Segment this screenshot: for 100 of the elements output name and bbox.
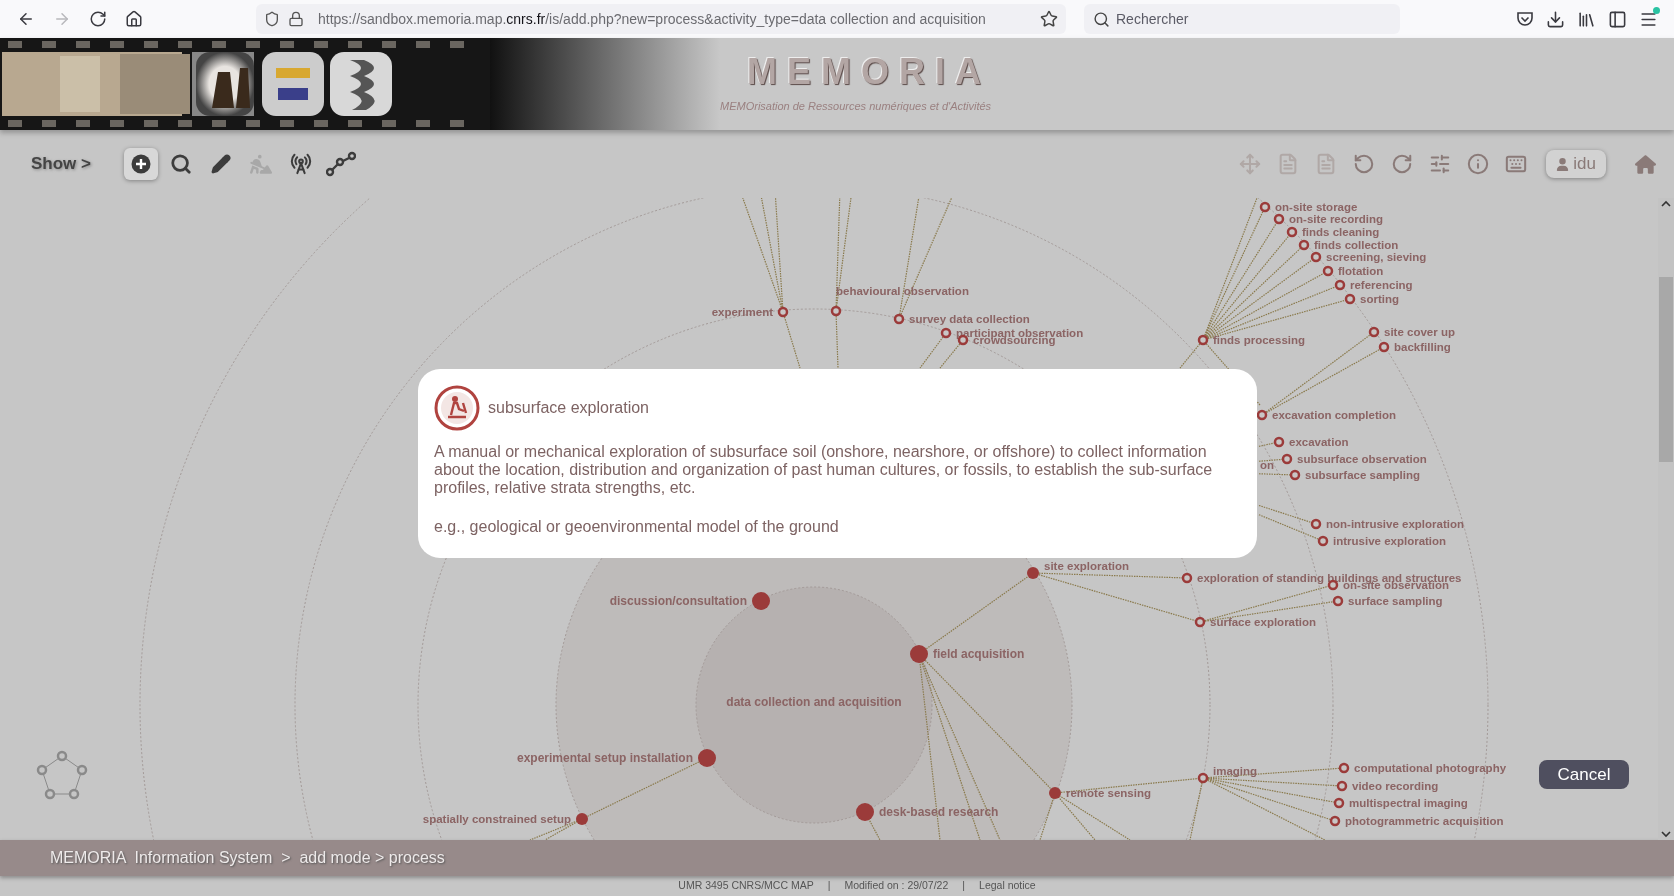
node-marker[interactable] (1336, 780, 1348, 792)
node-marker[interactable] (830, 305, 842, 317)
node-marker[interactable] (576, 813, 588, 825)
node-marker[interactable] (1333, 797, 1345, 809)
edge-line (919, 336, 944, 369)
menu-button[interactable] (1639, 9, 1658, 29)
dialog-description: A manual or mechanical exploration of subsurface soil (onshore, nearshore, or offshore) to collect information about the location, distribution and organization of past human cultures, or fossils, to establish the sub-surface profiles, relative strata strengths, etc. (434, 443, 1214, 497)
center-label: data collection and acquisition (726, 695, 902, 709)
download-icon[interactable] (1546, 9, 1565, 29)
redo-icon (1391, 153, 1414, 175)
node-label: finds processing (1213, 334, 1306, 346)
node-label: survey data collection (909, 313, 1030, 325)
node-marker[interactable] (752, 592, 770, 610)
node-marker[interactable] (1259, 201, 1271, 213)
breadcrumb: MEMORIA Information System > add mode > process (50, 848, 445, 868)
node-marker[interactable] (1027, 567, 1039, 579)
node-marker[interactable] (1273, 213, 1285, 225)
node-marker[interactable] (1256, 409, 1268, 421)
node-marker[interactable] (777, 306, 789, 318)
add-button[interactable] (124, 148, 158, 180)
search-icon (170, 153, 192, 175)
node-marker[interactable] (1194, 616, 1206, 628)
node-label: behavioural observation (836, 285, 969, 297)
node-label: backfilling (1394, 341, 1451, 353)
library-icon[interactable] (1577, 9, 1596, 29)
edge-line (1258, 473, 1291, 476)
sliders-icon (1429, 153, 1452, 175)
node-marker[interactable] (856, 803, 874, 821)
home-icon (1634, 153, 1656, 175)
node-marker[interactable] (1322, 265, 1334, 277)
node-marker[interactable] (1289, 469, 1301, 481)
node-label: spatially constrained setup (422, 813, 571, 825)
user-icon (1556, 157, 1570, 171)
url-text: https://sandbox.memoria.map.cnrs.fr/is/add.php?new=process&activity_type=data collection and acquisition (318, 9, 987, 29)
node-marker[interactable] (910, 645, 928, 663)
move-icon (1239, 153, 1262, 175)
node-marker[interactable] (1338, 762, 1350, 774)
bookmark-star-icon[interactable] (1040, 10, 1058, 28)
node-label: experiment (711, 306, 773, 318)
footer-text: Modified on : 29/07/22 (844, 878, 949, 894)
node-marker[interactable] (1378, 341, 1390, 353)
scrollbar-thumb[interactable] (1659, 276, 1673, 462)
node-label: imaging (1213, 765, 1258, 777)
node-label: computational photography (1354, 762, 1507, 774)
node-marker[interactable] (698, 749, 716, 767)
scroll-up-icon[interactable] (1661, 200, 1671, 208)
node-marker[interactable] (1197, 772, 1209, 784)
node-marker[interactable] (1181, 572, 1193, 584)
sidebar-icon[interactable] (1608, 9, 1627, 29)
digging-person-icon (434, 385, 480, 431)
node-marker[interactable] (1273, 436, 1285, 448)
node-marker[interactable] (1344, 293, 1356, 305)
search-field[interactable]: Rechercher (1084, 4, 1400, 34)
node-label: experimental setup installation (516, 751, 693, 765)
keyboard-icon (1505, 153, 1528, 175)
edge-line (783, 316, 801, 369)
show-label: Show > (31, 153, 91, 176)
edge-line (939, 343, 961, 369)
node-label: excavation completion (1272, 409, 1396, 421)
node-marker[interactable] (1281, 453, 1293, 465)
edge-line (1039, 797, 1055, 840)
edge-line (1258, 514, 1319, 540)
node-marker[interactable] (1310, 251, 1322, 263)
node-marker[interactable] (1286, 226, 1298, 238)
node-marker[interactable] (1329, 815, 1341, 827)
node-label: surface exploration (1210, 616, 1317, 628)
node-marker[interactable] (1368, 326, 1380, 338)
node-marker[interactable] (1317, 535, 1329, 547)
lock-icon (288, 11, 304, 27)
url-field[interactable]: https://sandbox.memoria.map.cnrs.fr/is/add.php?new=process&activity_type=data collection and acquisition (256, 4, 1066, 34)
node-label: on (1260, 459, 1275, 471)
node-label: intrusive exploration (1333, 535, 1447, 547)
node-marker[interactable] (1049, 787, 1061, 799)
footer-separator: | (962, 878, 966, 894)
pocket-icon[interactable] (1516, 10, 1534, 28)
cancel-button[interactable]: Cancel (1539, 760, 1629, 789)
node-label: photogrammetric acquisition (1345, 815, 1504, 827)
edge-line (1179, 343, 1201, 369)
footer-separator: | (827, 878, 831, 894)
node-marker[interactable] (1298, 239, 1310, 251)
nodes-icon (326, 151, 356, 177)
node-marker[interactable] (940, 327, 952, 339)
node-marker[interactable] (893, 313, 905, 325)
node-label: non-intrusive exploration (1326, 518, 1464, 530)
pentagon-nodes-icon[interactable] (36, 750, 88, 800)
antenna-icon (290, 153, 312, 175)
node-label: screening, sieving (1326, 251, 1427, 263)
site-title: MEMORIA (747, 53, 992, 90)
node-label: flotation (1338, 265, 1384, 277)
info-icon (1467, 153, 1490, 175)
node-label: finds cleaning (1302, 226, 1380, 238)
node-label: remote sensing (1066, 787, 1151, 799)
node-marker[interactable] (1197, 334, 1209, 346)
node-label: referencing (1350, 279, 1413, 291)
edge-line (1258, 504, 1312, 524)
node-marker[interactable] (1334, 279, 1346, 291)
node-marker[interactable] (1310, 518, 1322, 530)
legal-notice-link[interactable]: Legal notice (979, 878, 1036, 894)
node-marker[interactable] (1332, 595, 1344, 607)
scroll-down-icon[interactable] (1661, 830, 1671, 838)
